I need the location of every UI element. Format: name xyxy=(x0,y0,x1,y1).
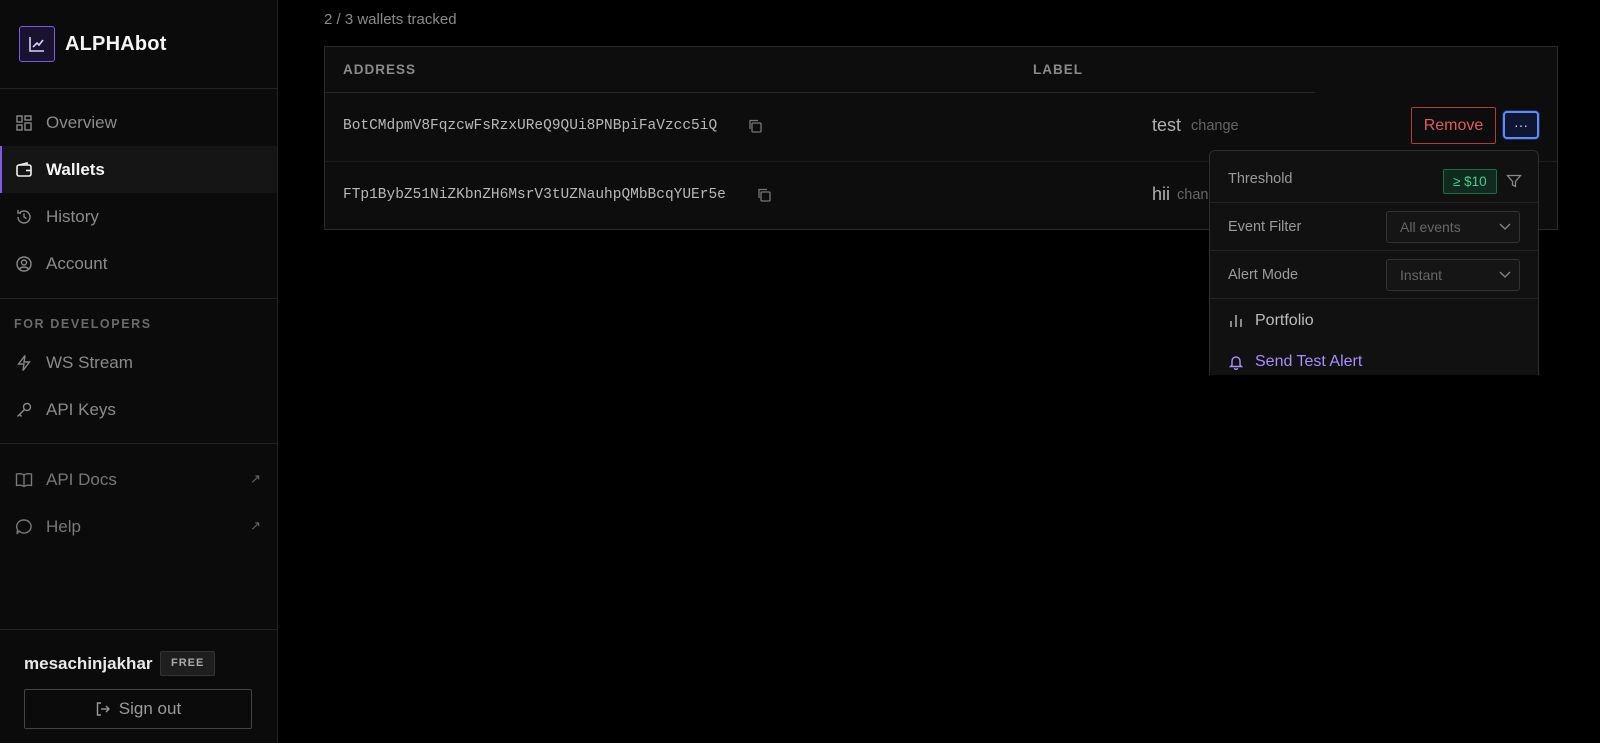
wallet-label: test xyxy=(1152,115,1182,135)
wallet-options-menu: Threshold ≥ $10 Event Filter All events … xyxy=(1209,150,1539,375)
copy-icon[interactable] xyxy=(747,118,763,134)
sign-out-icon xyxy=(95,701,111,717)
send-test-alert-label: Send Test Alert xyxy=(1255,353,1363,370)
change-label-link[interactable]: change xyxy=(1191,118,1239,134)
threshold-value-badge[interactable]: ≥ $10 xyxy=(1443,169,1497,194)
wallet-label: hii xyxy=(1152,184,1171,204)
history-icon xyxy=(14,207,34,227)
column-header-label: LABEL xyxy=(1033,62,1083,77)
user-name: mesachinjakhar xyxy=(24,654,153,673)
divider xyxy=(0,298,277,299)
chat-icon xyxy=(14,517,34,537)
more-options-button[interactable]: ··· xyxy=(1503,111,1539,139)
nav-label: Wallets xyxy=(46,159,105,179)
column-header-address: ADDRESS xyxy=(343,62,417,77)
remove-wallet-button[interactable]: Remove xyxy=(1411,107,1496,144)
alert-mode-label: Alert Mode xyxy=(1228,267,1299,283)
portfolio-label: Portfolio xyxy=(1255,312,1314,329)
sidebar: ALPHAbot Overview Wallets History Accoun… xyxy=(0,0,278,743)
external-link-icon: ↗ xyxy=(250,471,261,486)
alert-mode-value: Instant xyxy=(1400,267,1443,283)
nav-label: Account xyxy=(46,253,108,273)
wallet-address: FTp1BybZ51NiZKbnZH6MsrV3tUZNauhpQMbBcqYU… xyxy=(343,187,726,203)
developer-nav: WS Stream API Keys xyxy=(0,339,277,433)
portfolio-menu-item[interactable]: Portfolio xyxy=(1228,312,1314,330)
nav-item-wallets[interactable]: Wallets xyxy=(0,146,277,193)
sign-out-label: Sign out xyxy=(118,699,182,718)
external-link-icon: ↗ xyxy=(250,518,261,533)
event-filter-label: Event Filter xyxy=(1228,219,1302,235)
plan-badge: FREE xyxy=(160,651,216,676)
nav-label: Overview xyxy=(46,112,117,132)
sign-out-button[interactable]: Sign out xyxy=(24,689,252,729)
event-filter-row: Event Filter All events xyxy=(1210,203,1538,251)
grid-icon xyxy=(14,113,34,133)
bolt-icon xyxy=(14,353,34,373)
bar-chart-icon xyxy=(1228,313,1246,329)
nav-item-overview[interactable]: Overview xyxy=(0,99,277,146)
docs-nav: API Docs ↗ Help ↗ xyxy=(0,456,277,550)
divider xyxy=(0,443,277,444)
nav-item-api-docs[interactable]: API Docs ↗ xyxy=(0,456,277,503)
bell-icon xyxy=(1228,354,1246,370)
threshold-row: Threshold ≥ $10 xyxy=(1210,151,1538,203)
nav-item-api-keys[interactable]: API Keys xyxy=(0,386,277,433)
nav-item-account[interactable]: Account xyxy=(0,240,277,287)
nav-label: API Docs xyxy=(46,469,117,489)
nav-label: Help xyxy=(46,516,81,536)
wallet-icon xyxy=(14,160,34,180)
book-icon xyxy=(14,470,34,490)
main-nav: Overview Wallets History Account xyxy=(0,99,277,287)
nav-label: WS Stream xyxy=(46,352,133,372)
key-icon xyxy=(14,400,34,420)
brand[interactable]: ALPHAbot xyxy=(0,0,277,89)
send-test-alert-menu-item[interactable]: Send Test Alert xyxy=(1228,353,1362,371)
nav-label: History xyxy=(46,206,99,226)
alert-mode-select[interactable]: Instant xyxy=(1386,259,1520,291)
nav-item-ws-stream[interactable]: WS Stream xyxy=(0,339,277,386)
divider xyxy=(0,629,277,630)
filter-icon[interactable] xyxy=(1506,173,1522,194)
section-label-developers: FOR DEVELOPERS xyxy=(14,317,152,331)
copy-icon[interactable] xyxy=(756,187,772,203)
event-filter-select[interactable]: All events xyxy=(1386,211,1520,243)
app-name: ALPHAbot xyxy=(65,32,167,55)
chevron-down-icon xyxy=(1499,212,1511,252)
event-filter-value: All events xyxy=(1400,219,1461,235)
chart-logo-icon xyxy=(19,26,55,62)
nav-label: API Keys xyxy=(46,399,116,419)
nav-item-help[interactable]: Help ↗ xyxy=(0,503,277,550)
user-circle-icon xyxy=(14,254,34,274)
more-options-icon: ··· xyxy=(1514,117,1528,133)
chevron-down-icon xyxy=(1499,260,1511,300)
threshold-label: Threshold xyxy=(1228,171,1293,187)
change-label-link[interactable]: chan xyxy=(1177,187,1208,203)
wallet-address: BotCMdpmV8FqzcwFsRzxUReQ9QUi8PNBpiFaVzcc… xyxy=(343,118,718,134)
wallet-count: 2 / 3 wallets tracked xyxy=(324,11,457,28)
nav-item-history[interactable]: History xyxy=(0,193,277,240)
table-header: ADDRESS LABEL xyxy=(325,47,1315,93)
alert-mode-row: Alert Mode Instant xyxy=(1210,251,1538,299)
